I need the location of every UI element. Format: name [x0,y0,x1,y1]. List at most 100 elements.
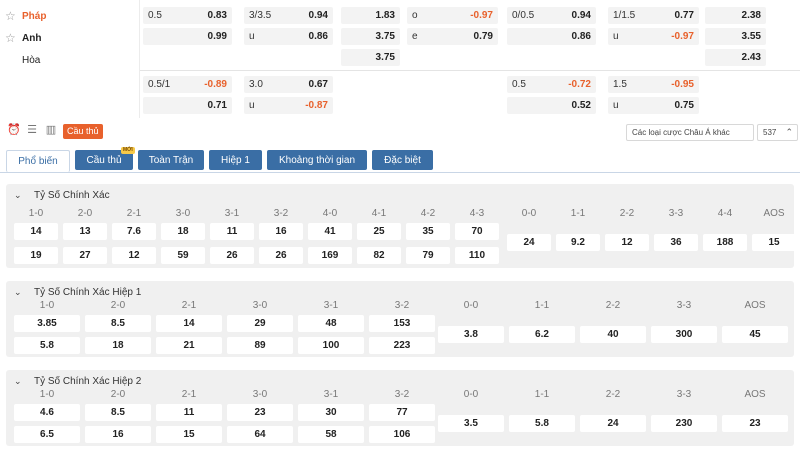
odds-cell[interactable]: 8.5 [85,404,151,421]
odds-cell[interactable]: 14 [156,315,222,332]
odds-cell[interactable]: 24 [580,415,646,432]
section-header[interactable]: ⌄ Tỷ Số Chính Xác [6,184,794,206]
odds-cell[interactable]: 188 [703,234,747,251]
odds-cell[interactable]: u 0.86 [244,28,333,45]
market-type-select[interactable]: Các loại cược Châu Á khác [626,124,754,141]
odds-cell[interactable]: 223 [369,337,435,354]
odds-cell[interactable]: 18 [85,337,151,354]
odds-cell[interactable]: 26 [210,247,254,264]
odds-cell[interactable]: 0.5 -0.72 [507,76,596,93]
odds-cell[interactable]: 2.38 [705,7,766,24]
tab-first-half[interactable]: Hiệp 1 [209,150,262,170]
odds-cell[interactable]: 4.6 [14,404,80,421]
odds-cell[interactable]: 11 [210,223,254,240]
odds-cell[interactable]: 11 [156,404,222,421]
odds-cell[interactable]: 18 [161,223,205,240]
odds-cell[interactable]: 14 [14,223,58,240]
odds-cell[interactable]: 79 [406,247,450,264]
odds-cell[interactable]: 230 [651,415,717,432]
odds-cell[interactable]: 5.8 [509,415,575,432]
bar-chart-icon[interactable]: ▥ [45,124,57,136]
odds-cell[interactable]: 45 [722,326,788,343]
star-icon[interactable]: ☆ [5,32,17,44]
odds-cell[interactable]: 0.71 [143,97,232,114]
market-count-select[interactable]: 537 ⌃ [757,124,798,141]
tab-time-period[interactable]: Khoảng thời gian [267,150,367,170]
odds-cell[interactable]: 153 [369,315,435,332]
odds-cell[interactable]: 41 [308,223,352,240]
odds-cell[interactable]: 13 [63,223,107,240]
tab-popular[interactable]: Phổ biến [6,150,70,172]
odds-cell[interactable]: 300 [651,326,717,343]
odds-cell[interactable]: 0.5 0.83 [143,7,232,24]
list-icon[interactable]: ☰ [26,124,38,136]
odds-cell[interactable]: 25 [357,223,401,240]
odds-cell[interactable]: 12 [605,234,649,251]
odds-cell[interactable]: 3.55 [705,28,766,45]
odds-cell[interactable]: 29 [227,315,293,332]
odds-cell[interactable]: 169 [308,247,352,264]
odds-cell[interactable]: 16 [259,223,303,240]
odds-cell[interactable]: 3.75 [341,28,400,45]
odds-cell[interactable]: 48 [298,315,364,332]
odds-cell[interactable]: 2.43 [705,49,766,66]
odds-cell[interactable]: 106 [369,426,435,443]
odds-cell[interactable]: 58 [298,426,364,443]
odds-cell[interactable]: e 0.79 [407,28,498,45]
odds-cell[interactable]: 100 [298,337,364,354]
star-icon[interactable]: ☆ [5,10,17,22]
odds-cell[interactable]: 3.5 [438,415,504,432]
odds-cell[interactable]: 3.8 [438,326,504,343]
odds-cell[interactable]: 59 [161,247,205,264]
alarm-clock-icon[interactable]: ⏰ [7,124,21,136]
odds-cell[interactable]: 23 [227,404,293,421]
odds-cell[interactable]: 3/3.5 0.94 [244,7,333,24]
odds-cell[interactable]: 24 [507,234,551,251]
odds-cell[interactable]: 0.99 [143,28,232,45]
odds-cell[interactable]: 8.5 [85,315,151,332]
odds-cell[interactable]: 1/1.5 0.77 [608,7,699,24]
tab-full-match[interactable]: Toàn Trận [138,150,204,170]
odds-cell[interactable]: 70 [455,223,499,240]
odds-cell[interactable]: o -0.97 [407,7,498,24]
odds-cell[interactable]: 64 [227,426,293,443]
odds-cell[interactable]: 27 [63,247,107,264]
odds-cell[interactable]: 3.85 [14,315,80,332]
odds-cell[interactable]: 19 [14,247,58,264]
odds-cell[interactable]: 0.5/1 -0.89 [143,76,232,93]
odds-cell[interactable]: 1.5 -0.95 [608,76,699,93]
odds-cell[interactable]: 1.83 [341,7,400,24]
odds-cell[interactable]: 82 [357,247,401,264]
team-row-home[interactable]: ☆ Pháp [0,5,136,27]
odds-cell[interactable]: 15 [156,426,222,443]
odds-cell[interactable]: 0.52 [507,97,596,114]
odds-cell[interactable]: 15 [752,234,796,251]
odds-cell[interactable]: 36 [654,234,698,251]
odds-cell[interactable]: 6.2 [509,326,575,343]
odds-cell[interactable]: 3.75 [341,49,400,66]
player-chip[interactable]: Cầu thủ [63,124,103,139]
odds-cell[interactable]: 0.86 [507,28,596,45]
odds-cell[interactable]: 40 [580,326,646,343]
odds-cell[interactable]: 21 [156,337,222,354]
odds-cell[interactable]: 3.0 0.67 [244,76,333,93]
odds-cell[interactable]: 77 [369,404,435,421]
odds-cell[interactable]: 23 [722,415,788,432]
odds-cell[interactable]: 5.8 [14,337,80,354]
odds-cell[interactable]: u -0.87 [244,97,333,114]
odds-cell[interactable]: 0/0.5 0.94 [507,7,596,24]
odds-cell[interactable]: 12 [112,247,156,264]
odds-cell[interactable]: u 0.75 [608,97,699,114]
odds-cell[interactable]: 16 [85,426,151,443]
odds-cell[interactable]: u -0.97 [608,28,699,45]
odds-cell[interactable]: 9.2 [556,234,600,251]
team-row-away[interactable]: ☆ Anh [0,27,136,49]
odds-cell[interactable]: 110 [455,247,499,264]
odds-cell[interactable]: 7.6 [112,223,156,240]
odds-cell[interactable]: 6.5 [14,426,80,443]
odds-cell[interactable]: 35 [406,223,450,240]
odds-cell[interactable]: 89 [227,337,293,354]
tab-special[interactable]: Đặc biệt [372,150,433,170]
odds-cell[interactable]: 30 [298,404,364,421]
odds-cell[interactable]: 26 [259,247,303,264]
